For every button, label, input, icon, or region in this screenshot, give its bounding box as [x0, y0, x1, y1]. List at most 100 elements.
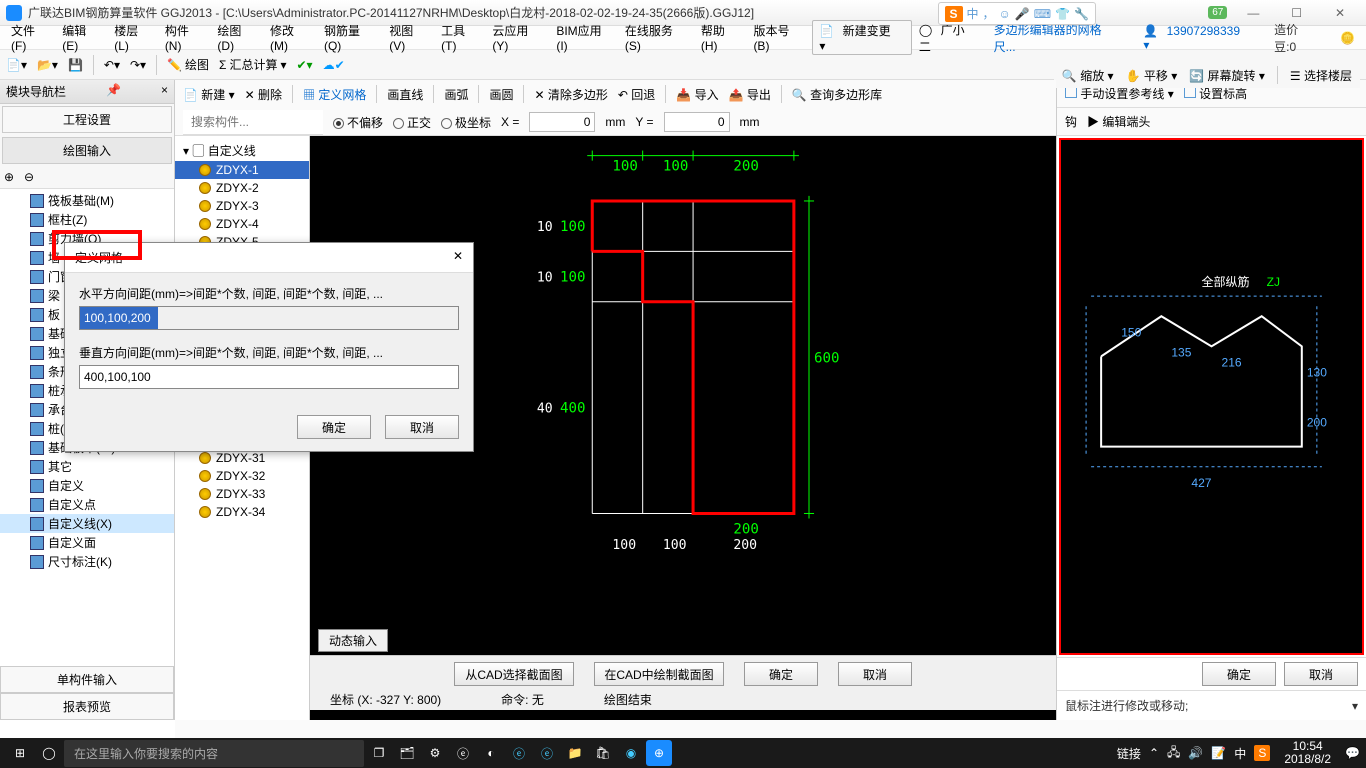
collapse-icon[interactable]: ⊖ — [24, 170, 38, 184]
menu-help[interactable]: 帮助(H) — [696, 20, 747, 55]
tray-clock[interactable]: 10:54 2018/8/2 — [1278, 740, 1337, 766]
dialog-ok-button[interactable]: 确定 — [297, 415, 371, 439]
draw-arc-button[interactable]: 画弧 — [444, 86, 468, 103]
section-ok-button[interactable]: 确定 — [1202, 662, 1276, 686]
comp-item[interactable]: ZDYX-33 — [175, 485, 309, 503]
tray-up-icon[interactable]: ⌃ — [1149, 746, 1159, 760]
ime-punct[interactable]: ， — [983, 5, 995, 22]
tb-app1[interactable]: 🗂 — [394, 740, 420, 766]
comp-item[interactable]: ZDYX-1 — [175, 161, 309, 179]
tray-sogou-icon[interactable]: S — [1254, 745, 1270, 761]
tb-store[interactable]: 🛍 — [590, 740, 616, 766]
tray-vol-icon[interactable]: 🔊 — [1188, 746, 1203, 760]
tree-item[interactable]: 自定义 — [0, 476, 174, 495]
poly-delete-button[interactable]: ✕ 删除 — [245, 86, 282, 103]
menu-view[interactable]: 视图(V) — [384, 20, 434, 55]
tree-item[interactable]: 其它 — [0, 457, 174, 476]
close-button[interactable]: ✕ — [1320, 6, 1360, 20]
menu-file[interactable]: 文件(F) — [6, 20, 55, 55]
cloud-check-icon[interactable]: ☁✔ — [323, 58, 345, 72]
taskbar-search[interactable]: 在这里输入你要搜索的内容 — [64, 740, 364, 767]
tab-project-settings[interactable]: 工程设置 — [2, 106, 172, 133]
zoom-button[interactable]: 🔍 缩放 ▾ — [1062, 67, 1114, 84]
ime-emoji[interactable]: ☺ — [999, 7, 1011, 21]
ime-lang[interactable]: 中 — [967, 5, 979, 22]
pan-button[interactable]: ✋ 平移 ▾ — [1126, 67, 1178, 84]
undo-icon[interactable]: ↶▾ — [104, 58, 120, 72]
comp-item[interactable]: ZDYX-32 — [175, 467, 309, 485]
tree-item[interactable]: 自定义点 — [0, 495, 174, 514]
menu-rebar[interactable]: 钢筋量(Q) — [319, 20, 382, 55]
menu-edit[interactable]: 编辑(E) — [57, 20, 107, 55]
y-input[interactable] — [664, 112, 730, 132]
redo-icon[interactable]: ↷▾ — [130, 58, 146, 72]
tb-app2[interactable]: ⚙ — [422, 740, 448, 766]
undo-button[interactable]: ↶ 回退 — [618, 86, 655, 103]
draw-circle-button[interactable]: 画圆 — [489, 86, 513, 103]
menu-tools[interactable]: 工具(T) — [436, 20, 485, 55]
tb-app4[interactable]: ◉ — [618, 740, 644, 766]
comp-item[interactable]: ZDYX-4 — [175, 215, 309, 233]
tray-net-icon[interactable]: 🖧 — [1167, 743, 1180, 764]
canvas-cancel-button[interactable]: 取消 — [838, 662, 912, 686]
ime-skin[interactable]: 👕 — [1055, 7, 1070, 21]
comp-item[interactable]: ZDYX-3 — [175, 197, 309, 215]
draw-button[interactable]: ✏️ 绘图 — [167, 56, 209, 73]
coin-label[interactable]: 造价豆:0 — [1269, 19, 1325, 57]
tb-app3[interactable]: ◐ — [478, 740, 504, 766]
dynamic-input-button[interactable]: 动态输入 — [318, 629, 388, 652]
rotate-button[interactable]: 🔄 屏幕旋转 ▾ — [1189, 67, 1265, 84]
tab-draw-input[interactable]: 绘图输入 — [2, 137, 172, 164]
polar-radio[interactable]: 极坐标 — [441, 114, 491, 131]
component-search-input[interactable] — [183, 110, 323, 134]
ime-mic[interactable]: 🎤 — [1015, 7, 1030, 21]
check-icon[interactable]: ✔▾ — [296, 58, 312, 72]
no-offset-radio[interactable]: 不偏移 — [333, 114, 383, 131]
tray-note-icon[interactable]: 📝 — [1211, 746, 1226, 760]
pin-icon[interactable]: 📌 — [106, 83, 121, 100]
tree-item[interactable]: 自定义面 — [0, 533, 174, 552]
new-change-button[interactable]: 📄 新建变更 ▾ — [812, 20, 912, 55]
menu-version[interactable]: 版本号(B) — [748, 20, 810, 55]
define-grid-button[interactable]: ▦ 定义网格 — [303, 86, 366, 103]
scroll-down-icon[interactable]: ▾ — [1352, 699, 1358, 713]
minimize-button[interactable]: — — [1233, 6, 1273, 20]
dialog-close-icon[interactable]: ✕ — [453, 249, 463, 266]
cad-select-button[interactable]: 从CAD选择截面图 — [454, 662, 574, 686]
vert-spacing-input[interactable] — [79, 365, 459, 389]
maximize-button[interactable]: ☐ — [1277, 6, 1317, 20]
menu-online[interactable]: 在线服务(S) — [620, 20, 694, 55]
tray-action-center-icon[interactable]: 💬 — [1345, 746, 1360, 760]
sogou-icon[interactable]: S — [945, 6, 963, 22]
ortho-radio[interactable]: 正交 — [393, 114, 431, 131]
task-view-icon[interactable]: ❐ — [366, 740, 392, 766]
tree-item[interactable]: 尺寸标注(K) — [0, 552, 174, 571]
expand-icon[interactable]: ⊕ — [4, 170, 18, 184]
poly-new-button[interactable]: 📄 新建 ▾ — [183, 86, 235, 103]
canvas-ok-button[interactable]: 确定 — [744, 662, 818, 686]
tb-ie[interactable]: ⓔ — [450, 740, 476, 766]
comp-item[interactable]: ZDYX-34 — [175, 503, 309, 521]
tree-item[interactable]: 框柱(Z) — [0, 210, 174, 229]
close-panel-icon[interactable]: × — [161, 83, 168, 100]
hook-button[interactable]: 钩 — [1065, 113, 1077, 130]
sum-button[interactable]: Σ 汇总计算 ▾ — [219, 56, 286, 73]
menu-component[interactable]: 构件(N) — [160, 20, 211, 55]
tb-explorer[interactable]: 📁 — [562, 740, 588, 766]
comp-list-root[interactable]: ▾ ▢ 自定义线 — [175, 140, 309, 161]
tree-item[interactable]: 自定义线(X) — [0, 514, 174, 533]
menu-bim[interactable]: BIM应用(I) — [551, 20, 618, 55]
tray-ime-icon[interactable]: 中 — [1234, 745, 1246, 762]
open-icon[interactable]: 📂▾ — [37, 58, 58, 72]
section-canvas[interactable]: 全部纵筋 ZJ 150 135 216 130 200 427 — [1059, 138, 1364, 655]
section-cancel-button[interactable]: 取消 — [1284, 662, 1358, 686]
tab-single-input[interactable]: 单构件输入 — [0, 666, 174, 693]
menu-draw[interactable]: 绘图(D) — [212, 20, 263, 55]
tb-app5[interactable]: ⊕ — [646, 740, 672, 766]
draw-line-button[interactable]: 画直线 — [387, 86, 423, 103]
dialog-cancel-button[interactable]: 取消 — [385, 415, 459, 439]
tb-ie2[interactable]: ⓔ — [534, 740, 560, 766]
save-icon[interactable]: 💾 — [68, 58, 83, 72]
edit-end-button[interactable]: ▶ 编辑端头 — [1087, 113, 1150, 130]
cortana-icon[interactable]: ◯ — [36, 740, 62, 766]
